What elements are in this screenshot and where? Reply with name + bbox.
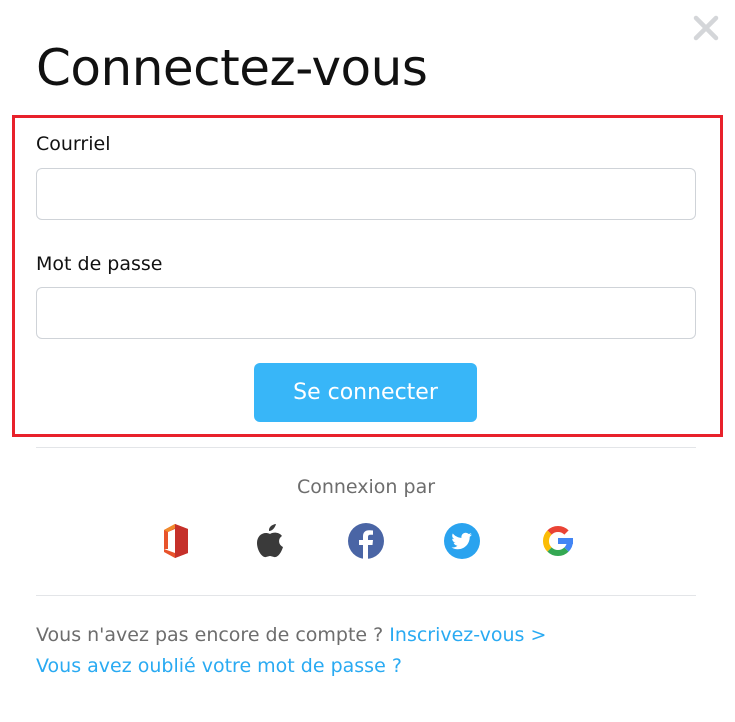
signup-link[interactable]: Inscrivez-vous > <box>389 624 546 646</box>
forgot-password-link[interactable]: Vous avez oublié votre mot de passe ? <box>36 655 402 677</box>
apple-icon <box>257 524 283 558</box>
email-label: Courriel <box>36 133 111 155</box>
twitter-login-button[interactable] <box>443 522 481 560</box>
office-login-button[interactable] <box>156 522 194 560</box>
facebook-icon <box>348 523 384 559</box>
google-login-button[interactable] <box>539 522 577 560</box>
login-dialog: Connectez-vous Courriel Mot de passe Se … <box>0 0 735 722</box>
twitter-icon <box>444 523 480 559</box>
office-icon <box>164 524 188 558</box>
social-login-title: Connexion par <box>296 476 436 498</box>
close-button[interactable] <box>690 12 722 44</box>
close-icon <box>693 15 719 41</box>
divider <box>36 447 696 448</box>
google-icon <box>543 525 574 556</box>
signup-prompt-line: Vous n'avez pas encore de compte ? Inscr… <box>36 622 546 648</box>
divider <box>36 595 696 596</box>
apple-login-button[interactable] <box>251 522 289 560</box>
password-field[interactable] <box>36 287 696 339</box>
dialog-title: Connectez-vous <box>36 39 428 97</box>
email-field[interactable] <box>36 168 696 220</box>
signup-prompt-text: Vous n'avez pas encore de compte ? <box>36 624 384 646</box>
password-label: Mot de passe <box>36 253 163 275</box>
login-button[interactable]: Se connecter <box>254 363 477 422</box>
forgot-password-line: Vous avez oublié votre mot de passe ? <box>36 653 402 679</box>
facebook-login-button[interactable] <box>347 522 385 560</box>
